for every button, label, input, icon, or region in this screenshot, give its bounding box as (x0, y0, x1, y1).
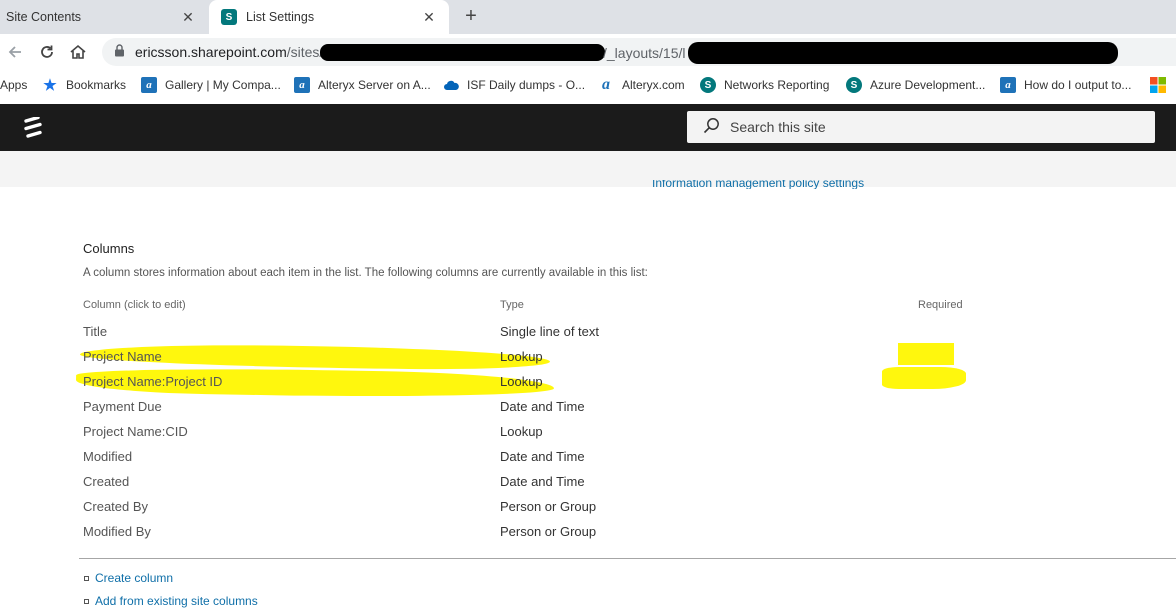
close-icon[interactable]: ✕ (180, 9, 196, 25)
ericsson-logo-icon[interactable] (24, 115, 42, 139)
column-type: Date and Time (500, 449, 585, 464)
lock-icon (114, 44, 125, 60)
column-link-modified[interactable]: Modified (83, 449, 132, 464)
column-link-created-by[interactable]: Created By (83, 499, 148, 514)
column-header-name: Column (click to edit) (83, 299, 186, 311)
bookmark-apps[interactable]: Apps (0, 70, 27, 100)
column-type: Lookup (500, 374, 543, 389)
column-link-created[interactable]: Created (83, 474, 129, 489)
bookmark-alteryx-com[interactable]: a Alteryx.com (598, 70, 685, 100)
bookmark-label: Alteryx.com (622, 78, 685, 92)
column-link-title[interactable]: Title (83, 324, 107, 339)
bookmark-label: ISF Daily dumps - O... (467, 78, 586, 92)
redaction-mark (688, 42, 1118, 64)
add-existing-site-columns-link[interactable]: Add from existing site columns (84, 594, 258, 608)
bookmark-label: Azure Development... (870, 78, 986, 92)
sharepoint-icon: S (700, 77, 716, 93)
microsoft-logo-icon[interactable] (1150, 70, 1166, 100)
bullet-icon (84, 575, 89, 581)
reload-icon[interactable] (36, 41, 58, 63)
site-search-box[interactable] (687, 111, 1155, 143)
column-type: Person or Group (500, 499, 597, 514)
search-input[interactable] (730, 119, 1110, 135)
highlight-mark (898, 343, 954, 365)
highlight-mark (882, 367, 966, 389)
alteryx-icon: a (602, 76, 610, 93)
bookmark-label: Networks Reporting (724, 78, 830, 92)
bookmark-label: Apps (0, 78, 28, 92)
url-host: ericsson.sharepoint.com (135, 44, 287, 60)
bookmark-gallery[interactable]: a Gallery | My Compa... (141, 70, 281, 100)
tab-title: Site Contents (6, 10, 82, 24)
browser-tabstrip: Site Contents ✕ S List Settings ✕ + (0, 0, 1176, 34)
alteryx-gallery-icon: a (294, 77, 310, 93)
create-column-link[interactable]: Create column (84, 571, 173, 585)
column-header-type: Type (500, 299, 524, 311)
site-header (0, 104, 1176, 151)
link-text: Add from existing site columns (95, 594, 258, 608)
info-management-policy-link[interactable]: Information management policy settings (652, 180, 864, 189)
bookmark-isf-daily-dumps[interactable]: ISF Daily dumps - O... (443, 70, 585, 100)
bookmark-label: Alteryx Server on A... (318, 78, 431, 92)
command-bar (0, 151, 1176, 187)
column-link-payment-due[interactable]: Payment Due (83, 399, 162, 414)
link-text: Information management policy settings (652, 180, 865, 189)
bookmark-bookmarks[interactable]: ★ Bookmarks (42, 70, 126, 100)
bookmark-how-do-i-output[interactable]: a How do I output to... (1000, 70, 1131, 100)
url-path: /sites/ (286, 44, 324, 60)
home-icon[interactable] (67, 41, 89, 63)
bookmarks-bar: Apps ★ Bookmarks a Gallery | My Compa...… (0, 70, 1176, 100)
alteryx-gallery-icon: a (1000, 77, 1016, 93)
bookmark-label: Gallery | My Compa... (165, 78, 281, 92)
column-type: Person or Group (500, 524, 597, 539)
column-type: Lookup (500, 424, 543, 439)
link-text: Create column (95, 571, 174, 585)
columns-description: A column stores information about each i… (83, 267, 648, 279)
tab-title: List Settings (246, 10, 315, 24)
redaction-mark (320, 44, 605, 61)
column-type: Lookup (500, 349, 543, 364)
bookmark-label: Bookmarks (66, 78, 127, 92)
close-icon[interactable]: ✕ (421, 9, 437, 25)
tab-site-contents[interactable]: Site Contents ✕ (0, 0, 208, 34)
star-icon: ★ (43, 77, 57, 94)
bookmark-azure-development[interactable]: S Azure Development... (846, 70, 985, 100)
sharepoint-icon: S (221, 9, 237, 25)
browser-toolbar: ericsson.sharepoint.com/sites/ /_layouts… (0, 34, 1176, 70)
sharepoint-icon: S (846, 77, 862, 93)
search-icon (703, 117, 720, 137)
column-type: Date and Time (500, 399, 585, 414)
column-link-project-name[interactable]: Project Name (83, 349, 162, 364)
url-path-tail: /_layouts/15/l (603, 45, 686, 61)
column-type: Date and Time (500, 474, 585, 489)
column-header-required: Required (918, 299, 963, 311)
bookmark-alteryx-server[interactable]: a Alteryx Server on A... (294, 70, 431, 100)
tab-list-settings[interactable]: S List Settings ✕ (209, 0, 449, 34)
columns-title: Columns (83, 241, 135, 256)
onedrive-cloud-icon (443, 77, 459, 93)
column-type: Single line of text (500, 324, 600, 339)
column-link-modified-by[interactable]: Modified By (83, 524, 151, 539)
column-link-project-name-cid[interactable]: Project Name:CID (83, 424, 188, 439)
back-arrow-icon[interactable] (4, 41, 26, 63)
column-link-project-name-project-id[interactable]: Project Name:Project ID (83, 374, 222, 389)
new-tab-icon[interactable]: + (460, 5, 482, 27)
alteryx-gallery-icon: a (141, 77, 157, 93)
bullet-icon (84, 598, 89, 604)
bookmark-networks-reporting[interactable]: S Networks Reporting (700, 70, 829, 100)
bookmark-label: How do I output to... (1024, 78, 1132, 92)
section-divider (79, 558, 1176, 559)
